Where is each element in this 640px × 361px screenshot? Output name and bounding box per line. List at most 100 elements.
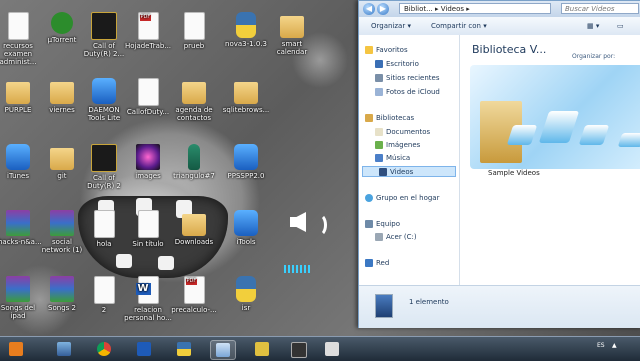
desktop-icon-songs2[interactable]: Songs 2 xyxy=(38,276,86,312)
search-input[interactable]: Buscar Videos xyxy=(561,3,639,14)
nav-musica[interactable]: Música xyxy=(375,153,410,164)
desktop-icon-precalculo[interactable]: precalculo-... xyxy=(170,276,218,314)
taskbar-python[interactable] xyxy=(172,340,196,358)
desktop-icon-label: iTools xyxy=(236,238,256,246)
desktop-icon-label: Songs del ipad xyxy=(0,304,36,321)
taskbar-network-tool[interactable] xyxy=(286,340,310,358)
desktop-icon-relacion[interactable]: relacion personal ho... xyxy=(124,276,172,322)
tray-arrow-icon[interactable]: ▲ xyxy=(612,342,617,349)
nav-network[interactable]: Red xyxy=(365,258,389,269)
desktop-icon-sqlitebrows[interactable]: sqlitebrows... xyxy=(222,78,270,114)
desktop-icon-label: iTunes xyxy=(7,172,29,180)
desktop-icon-isr[interactable]: isr xyxy=(222,276,270,312)
taskbar-explorer[interactable] xyxy=(210,340,236,360)
desktop-icon-label: CallofDuty... xyxy=(126,108,170,116)
nav-drive-c[interactable]: Acer (C:) xyxy=(375,232,417,243)
desktop-icon-songs-ipad[interactable]: Songs del ipad xyxy=(0,276,42,320)
item-count: 1 elemento xyxy=(409,298,449,306)
address-part[interactable]: Videos xyxy=(441,5,464,13)
homegroup-icon xyxy=(365,194,373,202)
folder-icon xyxy=(6,82,30,104)
nav-recent[interactable]: Sitios recientes xyxy=(375,73,440,84)
desktop-icon-images[interactable]: images xyxy=(124,144,172,180)
desktop-icon-itools[interactable]: iTools xyxy=(222,210,270,246)
desktop-icon-itunes[interactable]: iTunes xyxy=(0,144,42,180)
desktop-icon-ppsspp[interactable]: PPSSPP2.0 xyxy=(222,144,270,180)
nav-icloud[interactable]: Fotos de iCloud xyxy=(375,87,440,98)
drive-icon xyxy=(375,233,383,241)
desktop-icon-downloads[interactable]: Downloads xyxy=(170,210,218,246)
explorer-window: ◀ ▶ Bibliot... ▸ Videos ▸ Buscar Videos … xyxy=(358,0,640,328)
desktop-icon-smart-calendar[interactable]: smart calendar xyxy=(268,12,316,56)
desktop-icon-label: precalculo-... xyxy=(171,306,217,314)
taskbar-chrome[interactable] xyxy=(92,340,116,358)
desktop-icon-triangulo[interactable]: triangulo#7 xyxy=(170,144,218,180)
desktop-icon-purple[interactable]: PURPLE xyxy=(0,78,42,114)
taskbar-media-player[interactable] xyxy=(4,340,28,358)
organize-button[interactable]: Organizar ▾ xyxy=(371,17,411,35)
python-icon xyxy=(236,12,256,38)
desktop-icon-prueb[interactable]: prueb xyxy=(170,12,218,50)
desktop-icon-cod-2[interactable]: Call of Duty(R) 2 xyxy=(80,144,128,190)
video-thumbnail-shape xyxy=(578,125,610,145)
nav-escritorio[interactable]: Escritorio xyxy=(375,59,419,70)
doc-icon xyxy=(93,210,115,238)
item-label: Sample Videos xyxy=(488,169,540,177)
desktop-icon-social-network[interactable]: social network (1) xyxy=(38,210,86,254)
taskbar: ES ▲ xyxy=(0,336,640,361)
address-bar[interactable]: Bibliot... ▸ Videos ▸ xyxy=(399,3,551,14)
pdf-icon xyxy=(183,276,205,304)
desktop-icon-shacks[interactable]: shacks-n&a... xyxy=(0,210,42,246)
desktop-icon-sin-titulo[interactable]: Sin título xyxy=(124,210,172,248)
word-icon xyxy=(135,276,159,304)
content-pane: Biblioteca V... Organizar por: Sample Vi… xyxy=(460,35,640,285)
taskbar-notepad[interactable] xyxy=(320,340,344,358)
nav-videos[interactable]: Videos xyxy=(362,166,456,177)
desktop-icon-label: HojadeTrab... xyxy=(124,42,172,50)
desktop-icon-label: images xyxy=(135,172,161,180)
nav-homegroup[interactable]: Grupo en el hogar xyxy=(365,193,439,204)
videos-icon xyxy=(379,168,387,176)
arrange-by[interactable]: Organizar por: xyxy=(572,53,615,60)
taskbar-app[interactable] xyxy=(250,340,274,358)
winrar-icon xyxy=(50,210,74,236)
taskbar-word[interactable] xyxy=(132,340,156,358)
desktop-icon-cod-32[interactable]: Call of Duty(R) 2... xyxy=(80,12,128,58)
desktop-icon-doc-2[interactable]: 2 xyxy=(80,276,128,314)
desktop-icon-callofduty[interactable]: CallofDuty... xyxy=(124,78,172,116)
desktop-icon-hoja-trabajo[interactable]: HojadeTrab... xyxy=(124,12,172,50)
desktop-icon-label: hola xyxy=(96,240,112,248)
nav-libraries[interactable]: Bibliotecas xyxy=(365,113,414,124)
desktop-icon-label: social network (1) xyxy=(41,238,83,255)
preview-pane-icon[interactable]: ▭ xyxy=(617,17,624,35)
desktop-icon-label: agenda de contactos xyxy=(175,106,213,123)
back-arrow-icon[interactable]: ◀ xyxy=(363,3,375,15)
desktop-icon-viernes[interactable]: viernes xyxy=(38,78,86,114)
details-pane: 1 elemento xyxy=(359,285,640,328)
nav-documentos[interactable]: Documentos xyxy=(375,127,430,138)
address-part[interactable]: Bibliot... xyxy=(404,5,433,13)
bottle-icon xyxy=(188,144,200,170)
nav-favorites[interactable]: Favoritos xyxy=(365,45,408,56)
video-thumbnail-shape xyxy=(617,133,640,147)
blue-icon xyxy=(6,144,30,170)
desktop-icon-daemon[interactable]: DAEMON Tools Lite xyxy=(80,78,128,122)
nav-imagenes[interactable]: Imágenes xyxy=(375,140,420,151)
desktop-icon-label: DAEMON Tools Lite xyxy=(87,106,121,123)
star-icon xyxy=(365,46,373,54)
desktop-icon-nova[interactable]: nova3-1.0.3 xyxy=(222,12,270,48)
desktop-icon-hola[interactable]: hola xyxy=(80,210,128,248)
folder-icon xyxy=(182,214,206,236)
taskbar-tool[interactable] xyxy=(52,340,76,358)
desktop-icon-utorrent[interactable]: µTorrent xyxy=(38,12,86,44)
sample-videos-item[interactable]: Sample Videos xyxy=(470,65,640,177)
desktop-icon-label: Songs 2 xyxy=(48,304,76,312)
forward-arrow-icon[interactable]: ▶ xyxy=(377,3,389,15)
language-indicator[interactable]: ES xyxy=(597,342,605,349)
view-options-icon[interactable]: ▦ ▾ xyxy=(587,17,599,35)
share-button[interactable]: Compartir con ▾ xyxy=(431,17,487,35)
desktop-icon-recursos-examen[interactable]: recursos examen administ... xyxy=(0,12,42,66)
desktop-icon-agenda[interactable]: agenda de contactos xyxy=(170,78,218,122)
desktop-icon-git[interactable]: git xyxy=(38,144,86,180)
nav-computer[interactable]: Equipo xyxy=(365,219,400,230)
